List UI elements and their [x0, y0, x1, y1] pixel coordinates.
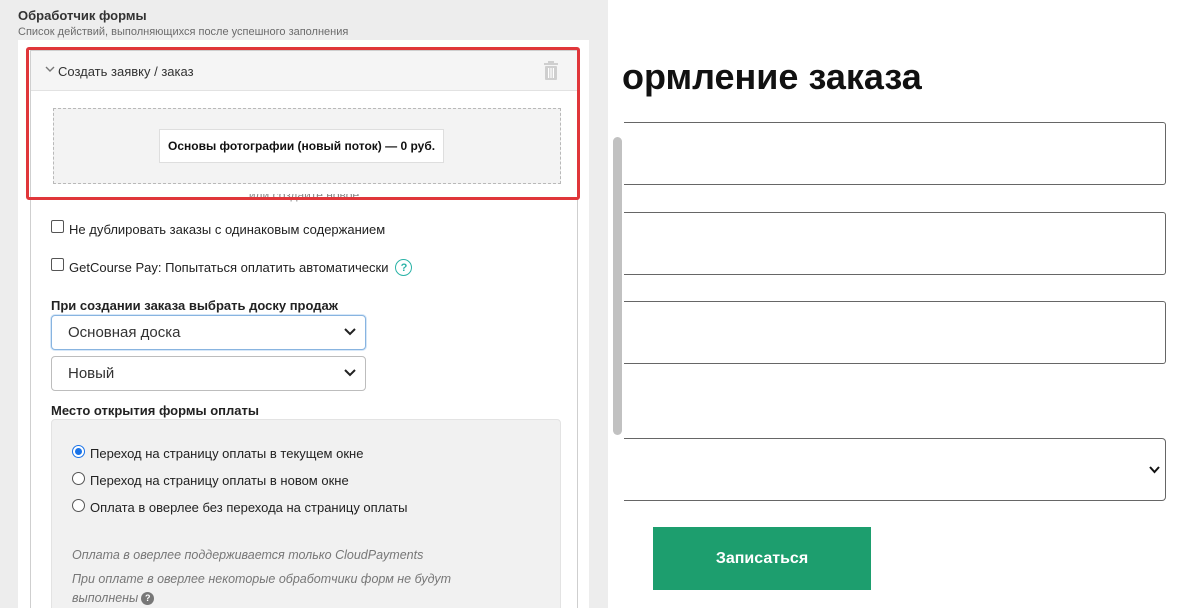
payment-option-new-window[interactable]: Переход на страницу оплаты в новом окне — [72, 472, 349, 488]
chevron-down-icon — [1149, 466, 1160, 474]
question-circle-icon[interactable]: ? — [395, 259, 413, 276]
action-title: Создать заявку / заказ — [58, 64, 194, 79]
order-input-3[interactable] — [624, 301, 1166, 364]
overlay-warning-text: При оплате в оверлее некоторые обработчи… — [72, 572, 452, 605]
deal-board-label: При создании заказа выбрать доску продаж — [51, 298, 338, 313]
payment-place-options: Переход на страницу оплаты в текущем окн… — [51, 419, 561, 608]
order-input-2[interactable] — [624, 212, 1166, 275]
deal-stage-select[interactable]: Новый — [51, 356, 366, 391]
deal-stage-value: Новый — [68, 365, 115, 382]
offer-chip[interactable]: Основы фотографии (новый поток) — 0 руб. — [159, 129, 445, 163]
action-header[interactable]: Создать заявку / заказ — [31, 51, 577, 91]
overlay-warning: При оплате в оверлее некоторые обработчи… — [72, 570, 472, 608]
payment-option-overlay[interactable]: Оплата в оверлее без перехода на страниц… — [72, 499, 408, 515]
form-handler-subtitle: Список действий, выполняющихся после усп… — [18, 26, 349, 38]
deal-board-select[interactable]: Основная доска — [51, 315, 366, 350]
getcourse-pay-checkbox[interactable] — [51, 258, 64, 271]
radio-overlay[interactable] — [72, 499, 85, 512]
payment-option-label: Оплата в оверлее без перехода на страниц… — [90, 500, 408, 515]
page-title: ормление заказа — [622, 56, 922, 97]
no-duplicate-label: Не дублировать заказы с одинаковым содер… — [69, 222, 386, 237]
offer-drop-zone[interactable]: Основы фотографии (новый поток) — 0 руб. — [53, 108, 561, 184]
submit-button[interactable]: Записаться — [653, 527, 871, 590]
order-select[interactable] — [624, 438, 1166, 501]
form-handler-panel: Обработчик формы Список действий, выполн… — [0, 0, 608, 608]
create-new-link[interactable]: или создайте новое — [31, 194, 577, 203]
order-input-1[interactable] — [624, 122, 1166, 185]
chevron-down-icon — [344, 369, 356, 377]
overlay-note: Оплата в оверлее поддерживается только C… — [72, 548, 424, 562]
scrollbar-thumb[interactable] — [613, 137, 622, 435]
form-handler-title: Обработчик формы — [18, 8, 147, 23]
payment-option-current-window[interactable]: Переход на страницу оплаты в текущем окн… — [72, 445, 364, 461]
radio-current-window[interactable] — [72, 445, 85, 458]
question-circle-icon[interactable]: ? — [141, 592, 155, 605]
payment-place-label: Место открытия формы оплаты — [51, 403, 259, 418]
no-duplicate-option[interactable]: Не дублировать заказы с одинаковым содер… — [51, 220, 386, 237]
payment-option-label: Переход на страницу оплаты в новом окне — [90, 473, 349, 488]
getcourse-pay-option[interactable]: GetCourse Pay: Попытаться оплатить автом… — [51, 258, 413, 276]
payment-option-label: Переход на страницу оплаты в текущем окн… — [90, 446, 364, 461]
trash-icon[interactable] — [542, 61, 560, 81]
radio-new-window[interactable] — [72, 472, 85, 485]
chevron-down-icon — [344, 328, 356, 336]
deal-board-value: Основная доска — [68, 324, 181, 341]
chevron-down-icon[interactable] — [45, 64, 55, 77]
getcourse-pay-label: GetCourse Pay: Попытаться оплатить автом… — [69, 260, 389, 275]
no-duplicate-checkbox[interactable] — [51, 220, 64, 233]
